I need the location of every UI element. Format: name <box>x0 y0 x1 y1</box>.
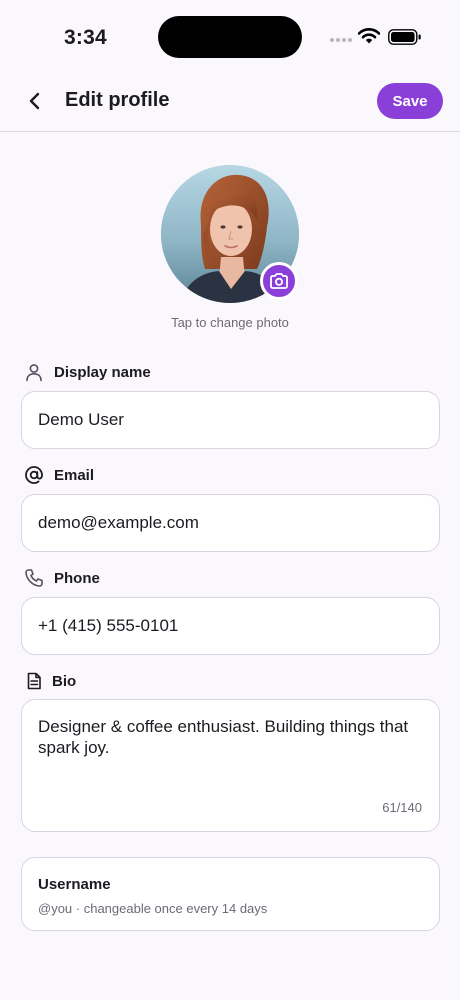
document-icon <box>24 671 44 691</box>
display-name-field[interactable]: Demo User <box>21 391 440 449</box>
bio-label: Bio <box>24 671 76 691</box>
app-header: Edit profile Save <box>0 70 460 132</box>
page-title: Edit profile <box>65 89 170 111</box>
bio-char-counter: 61/140 <box>382 800 422 815</box>
change-photo-hint: Tap to change photo <box>171 315 289 330</box>
display-name-label-text: Display name <box>54 363 151 381</box>
username-title: Username <box>38 876 111 893</box>
email-label: Email <box>24 465 94 485</box>
save-button[interactable]: Save <box>377 83 443 119</box>
signal-icon <box>330 38 352 42</box>
camera-icon <box>270 273 288 289</box>
avatar-container[interactable] <box>161 165 299 303</box>
user-icon <box>24 362 44 382</box>
wifi-icon <box>358 28 380 44</box>
bio-field[interactable]: Designer & coffee enthusiast. Building t… <box>21 699 440 832</box>
phone-icon <box>24 568 44 588</box>
username-subtitle: @you · changeable once every 14 days <box>38 901 268 916</box>
change-photo-button[interactable] <box>260 262 298 300</box>
username-card[interactable]: Username @you · changeable once every 14… <box>21 857 440 931</box>
at-icon <box>24 465 44 485</box>
status-bar: 3:34 <box>0 0 460 70</box>
back-icon <box>29 92 40 110</box>
dynamic-island <box>158 16 302 58</box>
bio-label-text: Bio <box>52 672 77 690</box>
phone-label-text: Phone <box>54 569 100 587</box>
battery-icon <box>388 29 421 45</box>
back-button[interactable] <box>22 88 48 114</box>
email-field[interactable]: demo@example.com <box>21 494 440 552</box>
email-label-text: Email <box>54 466 95 484</box>
bio-text: Designer & coffee enthusiast. Building t… <box>38 717 409 757</box>
status-time: 3:34 <box>64 26 107 49</box>
phone-label: Phone <box>24 568 100 588</box>
phone-field[interactable]: +1 (415) 555-0101 <box>21 597 440 655</box>
display-name-label: Display name <box>24 362 151 382</box>
